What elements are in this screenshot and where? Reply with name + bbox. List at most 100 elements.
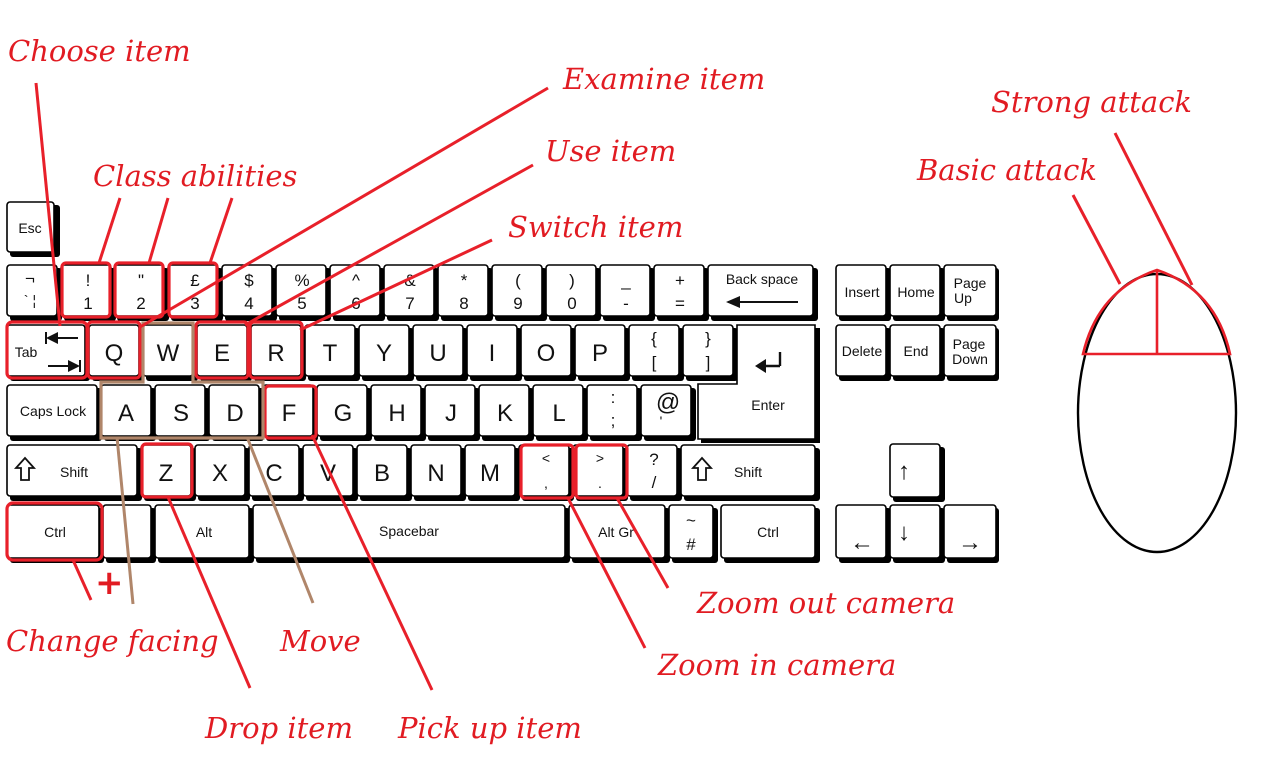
key-page-down: Page Down [943,324,999,381]
key-o-label: O [537,340,556,367]
key-page-up: Page Up [943,264,999,321]
label-class-abilities: Class abilities [93,159,297,193]
class-ability-1-pointer [97,197,122,264]
mouse [1076,268,1238,554]
key-equals-bottom: = [675,294,685,313]
key-0-top: ) [569,271,575,290]
key-right-ctrl: Ctrl [720,504,820,563]
key-r: R [250,324,306,381]
class-ability-3-pointer [208,197,234,264]
key-alt-gr-label: Alt Gr [598,524,634,540]
key-end: End [889,324,945,381]
key-1: ! 1 [60,264,116,321]
key-z-label: Z [159,460,174,487]
key-backtick-bottom: ` ¦ [24,292,36,308]
arrow-keys: ↑ ← ↓ → [835,443,999,563]
key-0-bottom: 0 [567,294,576,313]
key-e: E [196,324,252,381]
key-delete-label: Delete [842,343,883,359]
key-semicolon-bottom: ; [611,411,616,430]
key-slash-top: ? [649,450,658,469]
key-c: C [248,444,304,501]
key-0: ) 0 [545,264,601,321]
key-j: J [424,384,480,441]
key-spacebar-label: Spacebar [379,523,439,539]
key-a-label: A [118,400,134,427]
navigation-cluster: Insert Home Page Up Delete End Page Down [835,264,999,381]
key-w-label: W [157,340,180,367]
key-q: Q [88,324,144,381]
key-hash: ~ # [668,504,718,563]
key-r-label: R [267,340,284,367]
key-page-up-line2: Up [954,290,972,306]
key-equals: + = [653,264,709,321]
key-s-label: S [173,400,189,427]
key-u: U [412,324,468,381]
key-z: Z [140,444,196,501]
strong-attack-pointer [1113,132,1194,286]
down-arrow-icon: ↓ [898,519,910,546]
label-change-facing: Change facing [6,624,219,658]
key-x: X [194,444,250,501]
key-w: W [142,324,198,381]
asdf-row: Caps Lock A S D F G H J K L : ; @ ' [6,384,696,441]
key-e-label: E [214,340,230,367]
key-2-top: " [138,271,144,290]
key-period-bottom: . [598,475,602,491]
key-caps-lock-label: Caps Lock [20,403,87,419]
key-end-label: End [904,343,929,359]
key-hash-top: ~ [686,511,696,530]
key-left-shift-label: Shift [60,464,88,480]
keyboard: Esc ¬ ` ¦ ! 1 " 2 £ 3 $ 4 % 5 ^ 6 & 7 * … [6,201,999,563]
key-semicolon-top: : [611,388,616,407]
key-c-label: C [265,460,282,487]
key-equals-top: + [675,271,685,290]
key-left-ctrl: Ctrl [6,504,104,563]
key-9: ( 9 [491,264,547,321]
key-y: Y [358,324,414,381]
key-g-label: G [334,400,353,427]
key-comma-bottom: , [544,475,548,491]
label-pick-up-item: Pick up item [397,711,582,745]
key-x-label: X [212,460,228,487]
key-period-top: > [596,450,604,466]
key-page-down-line2: Down [952,351,988,367]
key-k-label: K [497,400,513,427]
key-f: F [262,384,318,441]
key-arrow-right: → [943,504,999,563]
key-left-alt: Alt [154,504,254,563]
label-use-item: Use item [545,134,676,168]
key-right-bracket: } ] [682,324,738,381]
key-quote-bottom: ' [660,413,663,429]
number-row: ¬ ` ¦ ! 1 " 2 £ 3 $ 4 % 5 ^ 6 & 7 * 8 (… [6,264,818,321]
key-spacebar: Spacebar [252,504,570,563]
key-page-up-line1: Page [954,275,987,291]
change-facing-pointer [71,559,93,601]
key-backspace: Back space [707,264,818,321]
key-6-top: ^ [352,271,360,290]
label-zoom-out-camera: Zoom out camera [696,586,955,620]
key-right-shift: Shift [680,444,820,501]
key-1-top: ! [86,271,91,290]
key-left-bracket-bottom: [ [652,353,657,372]
key-period: > . [572,444,628,501]
label-drop-item: Drop item [204,711,353,745]
key-b-label: B [374,460,390,487]
key-esc-label: Esc [18,220,41,236]
key-7-bottom: 7 [405,294,414,313]
key-f-label: F [282,400,297,427]
key-o: O [520,324,576,381]
key-minus: _ - [599,264,655,321]
key-minus-bottom: - [623,294,629,313]
class-ability-2-pointer [147,197,170,264]
key-t-label: T [323,340,338,367]
label-zoom-in-camera: Zoom in camera [657,648,896,682]
key-right-shift-label: Shift [734,464,762,480]
key-arrow-up: ↑ [889,443,945,502]
basic-attack-pointer [1071,194,1122,285]
key-delete: Delete [835,324,891,381]
key-9-top: ( [515,271,521,290]
key-n-label: N [427,460,444,487]
key-7: & 7 [383,264,439,321]
key-t: T [304,324,360,381]
